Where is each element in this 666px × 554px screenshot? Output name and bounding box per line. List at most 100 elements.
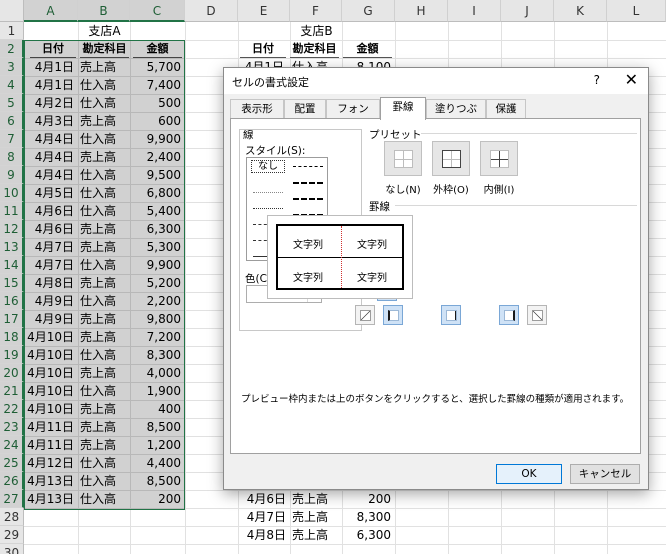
branch-a-amount-cell[interactable]: 9,500 <box>130 166 185 184</box>
branch-a-date-cell[interactable]: 4月4日 <box>24 166 78 184</box>
row-header[interactable]: 19 <box>0 346 24 364</box>
branch-a-amount-cell[interactable]: 1,900 <box>130 382 185 400</box>
border-diagonal-down-button[interactable] <box>527 305 547 325</box>
branch-a-amount-cell[interactable]: 4,400 <box>130 454 185 472</box>
branch-b-date-cell[interactable]: 4月8日 <box>238 526 290 544</box>
branch-a-account-cell[interactable]: 売上高 <box>78 148 130 166</box>
branch-a-amount-cell[interactable]: 400 <box>130 400 185 418</box>
line-style-none[interactable]: なし <box>251 160 285 173</box>
column-header[interactable]: G <box>342 0 395 22</box>
row-header[interactable]: 12 <box>0 220 24 238</box>
header-amount-a[interactable]: 金額 <box>133 40 182 58</box>
row-header[interactable]: 24 <box>0 436 24 454</box>
branch-a-date-cell[interactable]: 4月7日 <box>24 238 78 256</box>
branch-a-date-cell[interactable]: 4月13日 <box>24 472 78 490</box>
branch-a-amount-cell[interactable]: 9,900 <box>130 256 185 274</box>
branch-b-title[interactable]: 支店B <box>238 22 395 40</box>
row-header[interactable]: 29 <box>0 526 24 544</box>
branch-a-amount-cell[interactable]: 7,400 <box>130 76 185 94</box>
branch-a-date-cell[interactable]: 4月11日 <box>24 418 78 436</box>
tab-protection[interactable]: 保護 <box>486 99 526 119</box>
branch-a-amount-cell[interactable]: 5,400 <box>130 202 185 220</box>
branch-a-amount-cell[interactable]: 2,200 <box>130 292 185 310</box>
branch-a-date-cell[interactable]: 4月4日 <box>24 148 78 166</box>
tab-alignment[interactable]: 配置 <box>284 99 326 119</box>
branch-a-date-cell[interactable]: 4月10日 <box>24 364 78 382</box>
branch-a-account-cell[interactable]: 売上高 <box>78 364 130 382</box>
branch-a-account-cell[interactable]: 仕入高 <box>78 382 130 400</box>
branch-a-amount-cell[interactable]: 7,200 <box>130 328 185 346</box>
column-header[interactable]: I <box>448 0 501 22</box>
header-amount-b[interactable]: 金額 <box>343 40 392 58</box>
row-header[interactable]: 9 <box>0 166 24 184</box>
branch-a-amount-cell[interactable]: 8,500 <box>130 418 185 436</box>
column-header[interactable]: B <box>78 0 130 22</box>
branch-a-date-cell[interactable]: 4月9日 <box>24 292 78 310</box>
branch-a-amount-cell[interactable]: 5,200 <box>130 274 185 292</box>
branch-a-amount-cell[interactable]: 500 <box>130 94 185 112</box>
column-header[interactable]: J <box>501 0 554 22</box>
row-header[interactable]: 11 <box>0 202 24 220</box>
preset-outline-button[interactable] <box>432 141 470 176</box>
branch-a-account-cell[interactable]: 仕入高 <box>78 76 130 94</box>
branch-a-amount-cell[interactable]: 6,300 <box>130 220 185 238</box>
row-header[interactable]: 17 <box>0 310 24 328</box>
column-header[interactable]: A <box>24 0 78 22</box>
row-header[interactable]: 26 <box>0 472 24 490</box>
cancel-button[interactable]: キャンセル <box>570 464 640 484</box>
row-header[interactable]: 14 <box>0 256 24 274</box>
branch-b-account-cell[interactable]: 売上高 <box>290 526 342 544</box>
tab-number[interactable]: 表示形式 <box>230 99 284 134</box>
border-diagonal-up-button[interactable] <box>355 305 375 325</box>
branch-a-date-cell[interactable]: 4月10日 <box>24 400 78 418</box>
branch-a-date-cell[interactable]: 4月5日 <box>24 184 78 202</box>
row-header[interactable]: 10 <box>0 184 24 202</box>
branch-a-account-cell[interactable]: 売上高 <box>78 400 130 418</box>
branch-a-account-cell[interactable]: 仕入高 <box>78 94 130 112</box>
line-style-hairline[interactable] <box>253 192 283 193</box>
branch-a-amount-cell[interactable]: 5,700 <box>130 58 185 76</box>
column-header[interactable]: F <box>290 0 342 22</box>
help-button[interactable]: ? <box>594 73 600 87</box>
column-header[interactable]: H <box>395 0 448 22</box>
tab-font[interactable]: フォント <box>326 99 380 134</box>
branch-a-account-cell[interactable]: 売上高 <box>78 220 130 238</box>
line-style-slant-dashdot[interactable] <box>293 198 323 200</box>
branch-a-account-cell[interactable]: 売上高 <box>78 436 130 454</box>
row-header[interactable]: 23 <box>0 418 24 436</box>
border-right-button[interactable] <box>499 305 519 325</box>
branch-a-account-cell[interactable]: 売上高 <box>78 58 130 76</box>
close-button[interactable]: ✕ <box>625 70 638 89</box>
branch-a-account-cell[interactable]: 売上高 <box>78 112 130 130</box>
branch-a-account-cell[interactable]: 仕入高 <box>78 472 130 490</box>
branch-a-account-cell[interactable]: 仕入高 <box>78 346 130 364</box>
border-preview[interactable]: 文字列 文字列 文字列 文字列 <box>267 215 413 299</box>
branch-a-title[interactable]: 支店A <box>24 22 185 40</box>
branch-a-account-cell[interactable]: 仕入高 <box>78 184 130 202</box>
header-date-a[interactable]: 日付 <box>30 40 76 58</box>
line-style-medium-dashdotdot[interactable] <box>293 166 323 167</box>
row-header[interactable]: 30 <box>0 544 24 554</box>
row-header[interactable]: 13 <box>0 238 24 256</box>
ok-button[interactable]: OK <box>496 464 562 484</box>
branch-a-account-cell[interactable]: 売上高 <box>78 418 130 436</box>
branch-a-date-cell[interactable]: 4月12日 <box>24 454 78 472</box>
branch-a-amount-cell[interactable]: 2,400 <box>130 148 185 166</box>
preset-none-button[interactable] <box>384 141 422 176</box>
row-header[interactable]: 28 <box>0 508 24 526</box>
row-header[interactable]: 22 <box>0 400 24 418</box>
branch-a-amount-cell[interactable]: 1,200 <box>130 436 185 454</box>
branch-a-date-cell[interactable]: 4月7日 <box>24 256 78 274</box>
row-header[interactable]: 18 <box>0 328 24 346</box>
branch-a-date-cell[interactable]: 4月3日 <box>24 112 78 130</box>
branch-a-amount-cell[interactable]: 200 <box>130 490 185 508</box>
branch-a-amount-cell[interactable]: 600 <box>130 112 185 130</box>
column-header[interactable]: D <box>185 0 238 22</box>
header-account-b[interactable]: 勘定科目 <box>290 40 339 58</box>
branch-a-date-cell[interactable]: 4月13日 <box>24 490 78 508</box>
column-header[interactable]: L <box>607 0 666 22</box>
branch-b-amount-cell[interactable]: 6,300 <box>342 526 395 544</box>
branch-a-date-cell[interactable]: 4月4日 <box>24 130 78 148</box>
header-date-b[interactable]: 日付 <box>240 40 286 58</box>
branch-a-date-cell[interactable]: 4月1日 <box>24 76 78 94</box>
